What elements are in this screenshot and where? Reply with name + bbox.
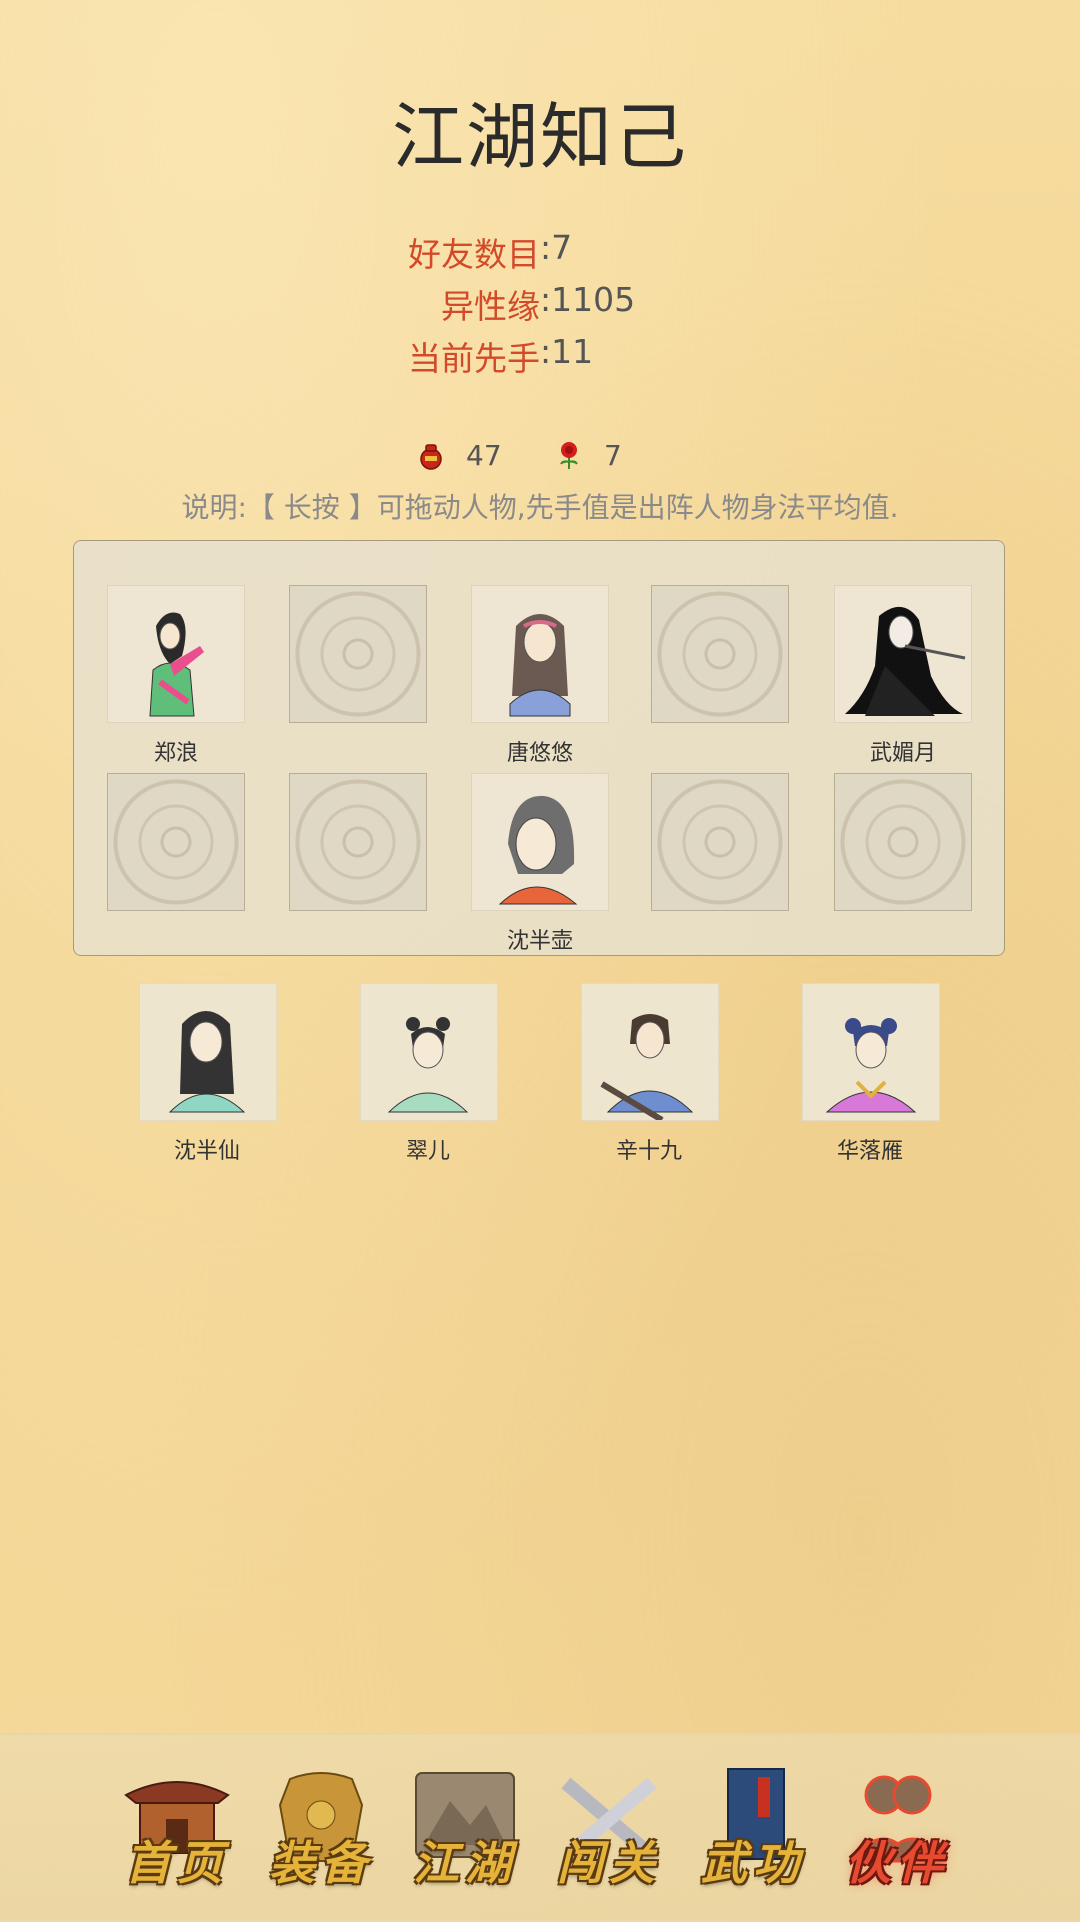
formation-slot-empty[interactable] (289, 585, 427, 723)
rose-count: 7 (604, 438, 622, 472)
nav-label: 武功 (701, 1836, 805, 1890)
reserve-hero-name: 辛十九 (615, 1139, 682, 1164)
reserve-hero-name: 华落雁 (836, 1139, 903, 1164)
stat-initiative: 当前先手 :11 (0, 332, 1080, 382)
bottom-nav-bar: 首页 装备 江湖 闯关 武功 伙伴 (0, 1733, 1080, 1922)
formation-slot-empty[interactable] (289, 773, 427, 911)
formation-slot-hero[interactable] (471, 773, 609, 911)
character-portrait (387, 1017, 469, 1113)
character-portrait (825, 1018, 917, 1113)
stat-value: :1105 (540, 280, 636, 319)
nav-label: 装备 (269, 1836, 373, 1890)
character-portrait (600, 1014, 694, 1120)
formation-slot-empty[interactable] (651, 585, 789, 723)
nav-equipment-button[interactable]: 装备 (256, 1765, 386, 1893)
reserve-hero-card[interactable] (802, 983, 940, 1121)
character-portrait (149, 612, 204, 717)
stat-value: :11 (540, 332, 594, 371)
formation-hero-name: 郑浪 (153, 741, 198, 766)
instruction-text: 说明:【 长按 】可拖动人物,先手值是出阵人物身法平均值. (181, 491, 899, 524)
stat-charm: 异性缘 :1105 (0, 280, 1080, 330)
character-portrait (168, 1011, 246, 1113)
nav-martial-arts-button[interactable]: 武功 (688, 1765, 818, 1893)
stat-label: 当前先手 (408, 339, 540, 378)
rose-resource: 7 (554, 434, 622, 476)
formation-hero-name: 武媚月 (869, 741, 936, 766)
stat-label: 好友数目 (408, 235, 540, 274)
gourd-icon (420, 444, 442, 470)
nav-jianghu-button[interactable]: 江湖 (400, 1765, 530, 1893)
formation-slot-empty[interactable] (107, 773, 245, 911)
nav-label: 首页 (125, 1836, 229, 1890)
reserve-hero-name: 翠儿 (405, 1139, 450, 1164)
page-title: 江湖知己 (391, 95, 688, 179)
stat-friend-count: 好友数目 :7 (0, 228, 1080, 278)
formation-slot-empty[interactable] (834, 773, 972, 911)
formation-hero-name: 唐悠悠 (506, 741, 573, 766)
nav-label: 伙伴 (845, 1836, 949, 1890)
formation-slot-hero[interactable] (834, 585, 972, 723)
gourd-count: 47 (466, 438, 502, 472)
character-portrait (845, 606, 966, 716)
formation-hero-name: 沈半壶 (506, 929, 573, 954)
formation-slot-hero[interactable] (471, 585, 609, 723)
nav-home-button[interactable]: 首页 (112, 1765, 242, 1893)
reserve-hero-name: 沈半仙 (173, 1139, 240, 1164)
stat-label: 异性缘 (441, 287, 540, 326)
nav-companions-button[interactable]: 伙伴 (832, 1765, 962, 1893)
gourd-resource: 47 (416, 434, 502, 476)
formation-slot-hero[interactable] (107, 585, 245, 723)
rose-icon (560, 442, 578, 469)
formation-slot-empty[interactable] (651, 773, 789, 911)
reserve-hero-card[interactable] (581, 983, 719, 1121)
character-portrait (498, 795, 578, 905)
nav-label: 江湖 (413, 1836, 517, 1890)
character-portrait (509, 614, 571, 717)
reserve-hero-card[interactable] (139, 983, 277, 1121)
nav-label: 闯关 (557, 1836, 661, 1890)
reserve-hero-card[interactable] (360, 983, 498, 1121)
formation-grid: 郑浪 唐悠悠 武媚月 沈半壶 (73, 540, 1005, 956)
resources-bar: 47 7 (0, 434, 1080, 476)
nav-challenge-button[interactable]: 闯关 (544, 1765, 674, 1893)
stat-value: :7 (540, 228, 573, 267)
